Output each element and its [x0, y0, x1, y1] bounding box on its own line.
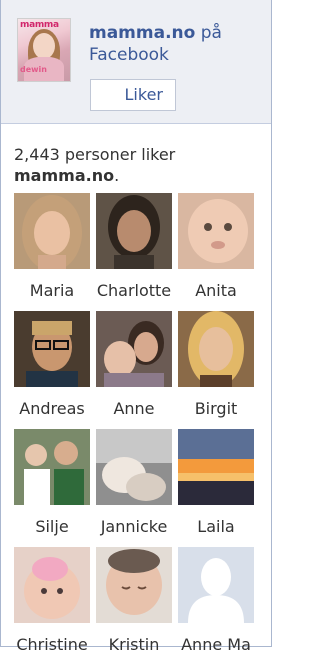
fan-photo-image: [96, 311, 172, 387]
logo-badge: dewin: [20, 65, 47, 74]
logo-masthead: mamma: [20, 20, 59, 30]
fan-photo[interactable]: [96, 193, 172, 269]
fan-photo[interactable]: [178, 311, 254, 387]
fan-name[interactable]: Birgit: [171, 399, 261, 418]
page-name-link[interactable]: mamma.no: [89, 23, 195, 43]
fan-photo-image: [178, 547, 254, 623]
fan-name[interactable]: Jannicke: [89, 517, 179, 536]
fan-photo-image: [14, 429, 90, 505]
likes-page-name[interactable]: mamma.no: [14, 166, 114, 185]
fan-name[interactable]: Charlotte: [89, 281, 179, 300]
like-button[interactable]: Liker: [90, 79, 176, 111]
fan-photo[interactable]: [178, 193, 254, 269]
fan-photo-image: [96, 547, 172, 623]
likes-count: 2,443 personer liker mamma.no.: [14, 144, 264, 186]
fan-photo[interactable]: [178, 547, 254, 623]
facebook-like-box: mamma dewin mamma.no på Facebook Liker 2…: [0, 0, 272, 654]
fan-name[interactable]: Anne Ma: [171, 635, 261, 654]
fan-name[interactable]: Anita: [171, 281, 261, 300]
likes-count-text: 2,443 personer liker: [14, 145, 176, 164]
fan-photo[interactable]: [178, 429, 254, 505]
fan-photo[interactable]: [96, 547, 172, 623]
fan-photo-image: [96, 193, 172, 269]
fan-photo-image: [178, 429, 254, 505]
fan-photo-image: [178, 311, 254, 387]
page-logo[interactable]: mamma dewin: [17, 18, 71, 82]
fan-photo-image: [14, 547, 90, 623]
fan-photo-image: [14, 311, 90, 387]
fan-name[interactable]: Maria: [7, 281, 97, 300]
fan-name[interactable]: Christine: [7, 635, 97, 654]
fan-photo-image: [178, 193, 254, 269]
fan-photo[interactable]: [14, 429, 90, 505]
fan-photo[interactable]: [14, 311, 90, 387]
fan-name[interactable]: Anne: [89, 399, 179, 418]
fan-name[interactable]: Laila: [171, 517, 261, 536]
fan-photo-image: [96, 429, 172, 505]
fan-photo[interactable]: [14, 547, 90, 623]
fan-photo-image: [14, 193, 90, 269]
page-title: mamma.no på Facebook: [89, 22, 269, 66]
logo-face: [33, 33, 55, 59]
fan-name[interactable]: Kristin: [89, 635, 179, 654]
fan-photo[interactable]: [96, 311, 172, 387]
likes-period: .: [114, 166, 120, 185]
fan-photo[interactable]: [96, 429, 172, 505]
fan-name[interactable]: Andreas: [7, 399, 97, 418]
fan-name[interactable]: Silje: [7, 517, 97, 536]
page-header: mamma dewin mamma.no på Facebook Liker: [1, 0, 271, 124]
fan-photo[interactable]: [14, 193, 90, 269]
